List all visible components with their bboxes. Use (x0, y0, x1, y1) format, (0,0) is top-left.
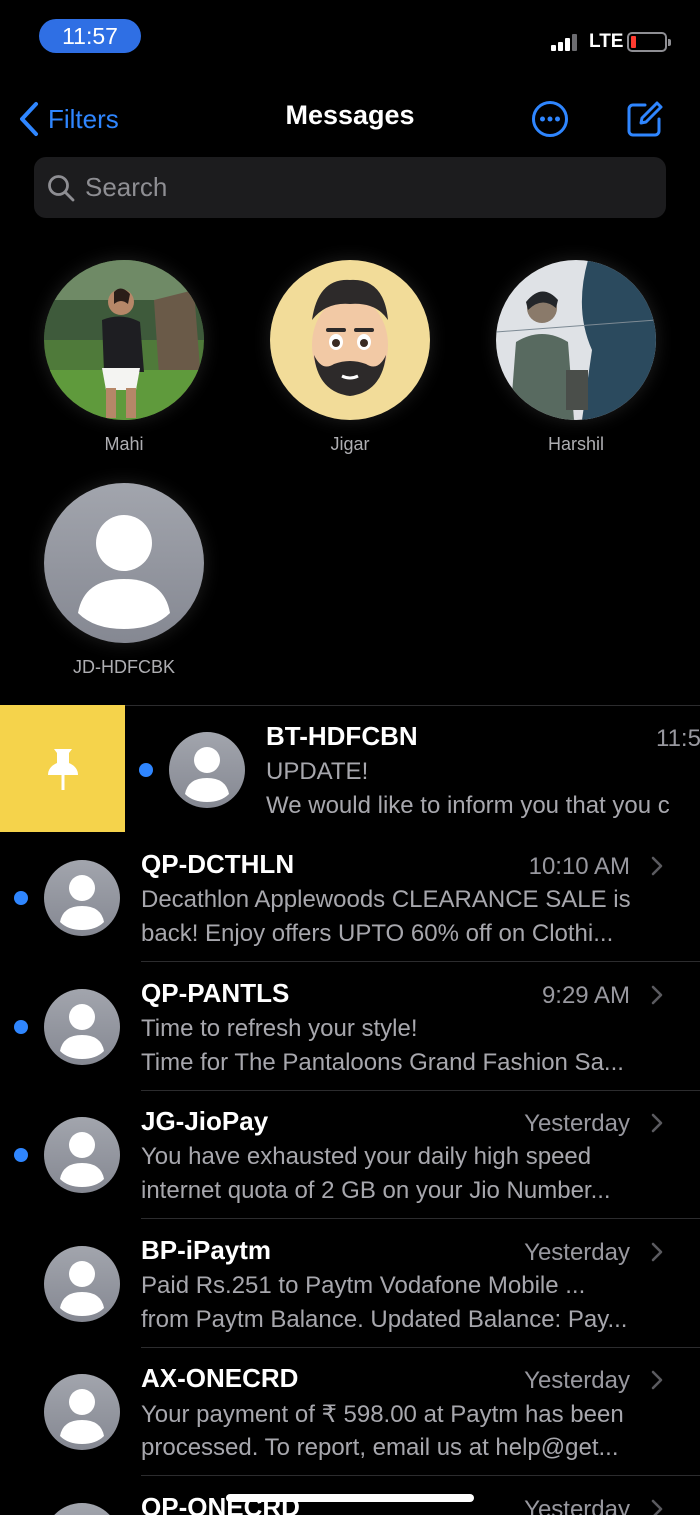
pinned-contact-name: JD-HDFCBK (73, 657, 175, 677)
search-placeholder: Search (85, 172, 168, 202)
conversation-sender: BT-HDFCBN (266, 721, 418, 751)
conversation-row[interactable]: QP-PANTLS 9:29 AM Time to refresh your s… (0, 962, 700, 1091)
conversation-time: Yesterday (524, 1110, 630, 1137)
pinned-contact-name: Mahi (104, 434, 144, 454)
avatar (44, 1374, 120, 1450)
pinned-contact-harshil[interactable]: Harshil (496, 260, 656, 455)
person-icon (54, 1503, 110, 1515)
network-label: LTE (589, 31, 624, 52)
avatar (44, 989, 120, 1065)
conversation-preview-line1: Time to refresh your style! (141, 1015, 418, 1042)
person-icon (44, 1374, 120, 1450)
search-field[interactable]: Search (34, 157, 666, 218)
avatar (169, 732, 245, 808)
pinned-contact-mahi[interactable]: Mahi (44, 260, 204, 455)
conversation-time: Yesterday (524, 1496, 630, 1515)
conversation-preview-line2: back! Enjoy offers UPTO 60% off on Cloth… (141, 920, 614, 947)
unread-indicator (139, 763, 153, 777)
chevron-right-icon (651, 1499, 663, 1515)
avatar (270, 260, 430, 420)
person-icon (44, 1117, 120, 1193)
conversation-sender: QP-PANTLS (141, 978, 290, 1008)
conversation-row[interactable]: JG-JioPay Yesterday You have exhausted y… (0, 1090, 700, 1219)
conversation-time: 11:5 (656, 725, 700, 752)
conversation-sender: QP-DCTHLN (141, 849, 295, 879)
avatar (44, 860, 120, 936)
pinned-contact-jigar[interactable]: Jigar (270, 260, 430, 455)
conversation-preview-line2: We would like to inform you that you c (266, 792, 670, 819)
conversation-preview-line1: Decathlon Applewoods CLEARANCE SALE is (141, 886, 631, 913)
avatar (496, 260, 656, 420)
person-icon (44, 1246, 120, 1322)
conversation-preview-line1: You have exhausted your daily high speed (141, 1143, 592, 1170)
conversation-preview-line2: internet quota of 2 GB on your Jio Numbe… (141, 1177, 611, 1204)
conversation-time: Yesterday (524, 1367, 630, 1394)
compose-button[interactable] (625, 99, 665, 139)
conversation-sender: AX-ONECRD (141, 1363, 299, 1393)
avatar (44, 1503, 120, 1515)
conversation-preview-line1: UPDATE! (266, 758, 369, 785)
conversation-preview-line2: Time for The Pantaloons Grand Fashion Sa… (141, 1049, 624, 1076)
unread-indicator (14, 1148, 28, 1162)
conversation-row[interactable]: AX-ONECRD Yesterday Your payment of ₹ 59… (0, 1347, 700, 1476)
chevron-right-icon (651, 856, 663, 876)
avatar (44, 483, 204, 643)
chevron-right-icon (651, 1113, 663, 1133)
status-time: 11:57 (39, 19, 141, 53)
compose-icon (627, 101, 663, 137)
conversation-time: 9:29 AM (541, 982, 630, 1009)
conversation-time: 10:10 AM (528, 853, 630, 880)
person-icon (44, 483, 204, 643)
pin-icon (48, 749, 78, 790)
conversation-row[interactable]: BP-iPaytm Yesterday Paid Rs.251 to Paytm… (0, 1219, 700, 1348)
conversation-sender: BP-iPaytm (141, 1235, 272, 1265)
person-icon (44, 860, 120, 936)
chevron-right-icon (651, 1370, 663, 1390)
person-icon (169, 732, 245, 808)
avatar (44, 260, 204, 420)
more-options-button[interactable] (531, 100, 569, 138)
chevron-right-icon (651, 1242, 663, 1262)
page-title: Messages (285, 100, 415, 130)
pinned-contact-name: Jigar (330, 434, 370, 454)
pinned-contact-name: Harshil (547, 434, 604, 454)
conversation-preview-line1: Your payment of ₹ 598.00 at Paytm has be… (141, 1401, 624, 1428)
avatar (44, 1246, 120, 1322)
chevron-right-icon (651, 985, 663, 1005)
signal-icon (551, 34, 579, 51)
conversation-row[interactable]: QP-DCTHLN 10:10 AM Decathlon Applewoods … (0, 833, 700, 962)
search-icon (48, 175, 75, 202)
conversation-row[interactable]: BT-HDFCBN 11:5 UPDATE! We would like to … (125, 705, 700, 833)
battery-icon (627, 32, 671, 52)
conversation-preview-line2: processed. To report, email us at help@g… (141, 1434, 619, 1461)
person-icon (44, 989, 120, 1065)
ellipsis-circle-icon (532, 101, 568, 137)
unread-indicator (14, 1020, 28, 1034)
unread-indicator (14, 891, 28, 905)
pinned-contact-jd-hdfcbk[interactable]: JD-HDFCBK (44, 483, 204, 678)
avatar (44, 1117, 120, 1193)
home-indicator[interactable] (226, 1494, 474, 1502)
pin-action-button[interactable] (0, 705, 125, 832)
conversation-sender: JG-JioPay (141, 1106, 269, 1136)
conversation-preview-line2: from Paytm Balance. Updated Balance: Pay… (141, 1306, 628, 1333)
conversation-time: Yesterday (524, 1239, 630, 1266)
conversation-preview-line1: Paid Rs.251 to Paytm Vodafone Mobile ... (141, 1272, 586, 1299)
